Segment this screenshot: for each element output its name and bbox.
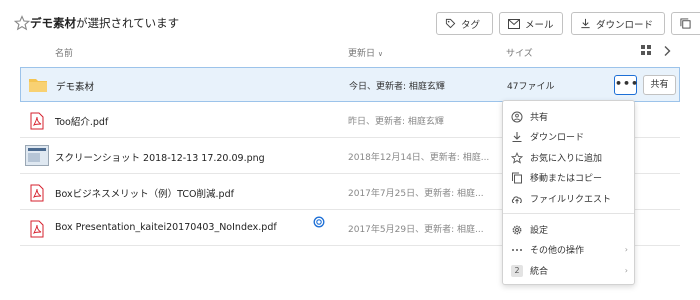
row-modified: 2017年7月25日、更新者: 相庭... <box>348 189 484 199</box>
download-icon <box>511 131 523 143</box>
pdf-icon <box>30 184 44 202</box>
tag-button[interactable]: タグ <box>436 12 493 35</box>
row-name[interactable]: デモ素材 <box>56 79 94 93</box>
email-button-label: メール <box>525 19 554 31</box>
menu-item-label: お気に入りに追加 <box>530 154 603 164</box>
menu-item-label: 統合 <box>530 267 549 277</box>
menu-separator <box>503 213 634 214</box>
more-icon <box>511 244 523 256</box>
share-button[interactable]: 共有 <box>643 75 676 95</box>
menu-item-label: 設定 <box>530 226 549 236</box>
menu-item-label: 共有 <box>530 113 549 123</box>
download-button-label: ダウンロード <box>596 19 654 31</box>
column-header-modified-label: 更新日 <box>348 49 376 59</box>
email-button[interactable]: メール <box>499 12 563 35</box>
upload-cloud-icon <box>511 193 523 205</box>
menu-item-move-copy[interactable]: 移動またはコピー <box>503 167 634 188</box>
pdf-icon <box>30 112 44 130</box>
menu-item-share[interactable]: 共有 <box>503 106 634 127</box>
download-button[interactable]: ダウンロード <box>571 12 665 35</box>
row-modified: 昨日、更新者: 相庭玄輝 <box>348 117 444 127</box>
column-header-size[interactable]: サイズ <box>506 46 533 59</box>
row-modified: 2017年5月29日、更新者: 相庭... <box>348 225 484 235</box>
gear-icon <box>511 224 523 236</box>
menu-item-label: その他の操作 <box>530 246 585 256</box>
menu-item-more-actions[interactable]: その他の操作 › <box>503 239 634 260</box>
star-icon <box>511 151 523 164</box>
image-thumbnail <box>25 145 49 166</box>
share-icon <box>511 111 523 123</box>
page-title: デモ素材が選択されています <box>30 15 179 31</box>
menu-item-download[interactable]: ダウンロード <box>503 126 634 147</box>
submenu-arrow-icon: › <box>624 245 628 254</box>
menu-item-label: ファイルリクエスト <box>530 195 612 205</box>
menu-item-label: ダウンロード <box>530 133 585 143</box>
menu-item-label: 移動またはコピー <box>530 174 603 184</box>
submenu-arrow-icon: › <box>624 266 628 275</box>
title-suffix: が選択されています <box>76 16 180 30</box>
sort-chevron-icon: ∨ <box>377 50 384 58</box>
collaboration-icon[interactable] <box>313 216 325 228</box>
menu-item-file-request[interactable]: ファイルリクエスト <box>503 188 634 209</box>
menu-item-settings[interactable]: 設定 <box>503 219 634 240</box>
folder-icon <box>29 79 47 92</box>
menu-item-add-favorite[interactable]: お気に入りに追加 <box>503 147 634 168</box>
copy-icon <box>511 172 523 184</box>
chevron-right-icon[interactable] <box>662 45 672 57</box>
title-selected-item: デモ素材 <box>30 16 76 30</box>
row-name[interactable]: スクリーンショット 2018-12-13 17.20.09.png <box>55 150 265 164</box>
grid-view-icon[interactable] <box>641 45 651 55</box>
context-menu: 共有 ダウンロード お気に入りに追加 移動またはコピー ファイルリクエスト 設定 <box>502 100 635 285</box>
row-modified: 2018年12月14日、更新者: 相庭... <box>348 153 490 163</box>
mail-icon <box>508 18 520 29</box>
table-row[interactable]: デモ素材 今日、更新者: 相庭玄輝 47ファイル ••• 共有 <box>20 67 680 102</box>
more-options-button[interactable]: ••• <box>614 75 638 95</box>
row-name[interactable]: Too紹介.pdf <box>55 114 108 128</box>
pdf-icon <box>30 220 44 238</box>
integrations-count-badge: 2 <box>511 264 523 277</box>
tag-icon <box>445 18 456 29</box>
menu-item-integrations[interactable]: 2 統合 › <box>503 260 634 281</box>
star-outline-icon[interactable] <box>14 15 30 31</box>
tag-button-label: タグ <box>461 19 481 31</box>
header-bar: デモ素材が選択されています タグ メール ダウンロード <box>0 0 700 40</box>
row-size: 47ファイル <box>507 82 555 92</box>
row-modified: 今日、更新者: 相庭玄輝 <box>349 82 445 92</box>
row-name[interactable]: Boxビジネスメリット（例）TCO削減.pdf <box>55 186 234 200</box>
row-name[interactable]: Box Presentation_kaitei20170403_NoIndex.… <box>55 222 277 233</box>
download-icon <box>581 18 590 29</box>
column-header-modified[interactable]: 更新日 ∨ <box>348 46 383 59</box>
column-header-name[interactable]: 名前 <box>55 46 73 59</box>
integrations-badge: 2 <box>511 264 523 277</box>
copy-icon <box>680 18 691 29</box>
more-toolbar-button[interactable] <box>671 12 700 35</box>
